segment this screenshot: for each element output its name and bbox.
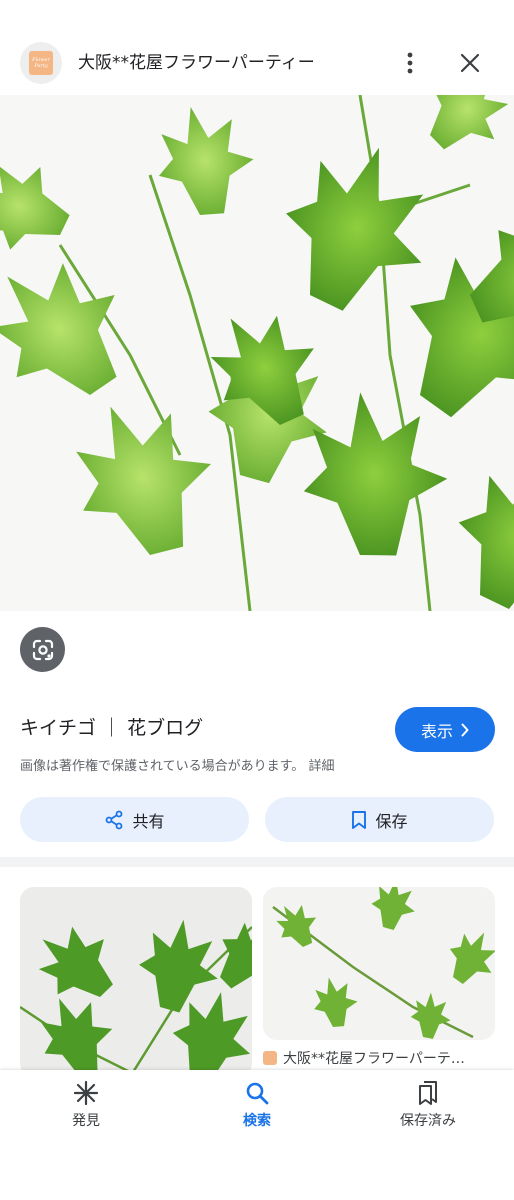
result-title: キイチゴ ｜ 花ブログ <box>20 717 204 739</box>
main-image-preview[interactable] <box>0 95 514 611</box>
share-icon <box>106 810 123 829</box>
share-button[interactable]: 共有 <box>20 797 249 842</box>
more-options-button[interactable] <box>394 46 426 80</box>
related-image-1-leaves <box>20 887 252 1077</box>
bookmark-icon <box>352 810 367 829</box>
close-button[interactable] <box>454 46 486 80</box>
bottom-navigation: 発見 検索 保存済み <box>0 1070 514 1200</box>
related-image-1[interactable] <box>20 887 252 1077</box>
collections-icon <box>413 1078 443 1108</box>
share-label: 共有 <box>132 811 165 831</box>
visit-button[interactable]: 表示 <box>395 707 495 752</box>
close-icon <box>460 53 480 73</box>
copyright-notice[interactable]: 画像は著作権で保護されている場合があります。 詳細 <box>20 757 334 777</box>
search-icon <box>242 1078 272 1108</box>
nav-saved-label: 保存済み <box>400 1113 456 1129</box>
lens-search-button[interactable] <box>20 627 65 672</box>
nav-discover[interactable]: 発見 <box>16 1078 156 1130</box>
site-header: Flower Party 大阪**花屋フラワーパーティー <box>0 32 514 94</box>
leaves-image <box>0 95 514 611</box>
related-image-2-source[interactable]: 大阪**花屋フラワーパーテ… <box>263 1047 465 1069</box>
site-favicon: Flower Party <box>20 42 62 84</box>
nav-search[interactable]: 検索 <box>187 1078 327 1130</box>
more-vert-icon <box>407 52 413 74</box>
source-favicon <box>263 1051 277 1065</box>
flower-party-logo: Flower Party <box>29 51 53 75</box>
lens-icon <box>32 639 53 660</box>
chevron-right-icon <box>461 723 469 736</box>
nav-search-label: 検索 <box>243 1113 271 1129</box>
nav-discover-label: 発見 <box>72 1113 100 1129</box>
related-image-2-branch <box>263 887 495 1040</box>
source-name: 大阪**花屋フラワーパーテ… <box>283 1051 465 1067</box>
related-image-2[interactable] <box>263 887 495 1040</box>
visit-label: 表示 <box>420 721 453 741</box>
section-divider <box>0 857 514 867</box>
nav-saved[interactable]: 保存済み <box>358 1078 498 1130</box>
save-button[interactable]: 保存 <box>265 797 494 842</box>
site-name: 大阪**花屋フラワーパーティー <box>78 53 315 73</box>
asterisk-icon <box>71 1078 101 1108</box>
save-label: 保存 <box>375 811 408 831</box>
